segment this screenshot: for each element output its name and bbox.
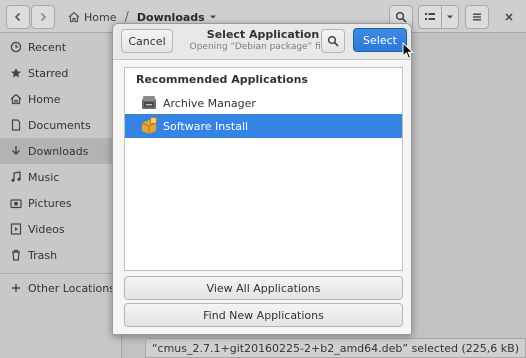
dialog-search-button[interactable]: [321, 29, 345, 53]
home-icon: [10, 93, 22, 105]
breadcrumb-current-label: Downloads: [136, 10, 205, 24]
sidebar-item-label: Documents: [28, 118, 91, 132]
sidebar-item-label: Videos: [28, 222, 65, 236]
view-all-applications-button[interactable]: View All Applications: [124, 276, 403, 300]
app-row-archive-manager[interactable]: Archive Manager: [125, 91, 402, 115]
trash-icon: [10, 249, 22, 261]
sidebar-item-label: Pictures: [28, 196, 72, 210]
sidebar-item-pictures[interactable]: Pictures: [0, 190, 122, 216]
sidebar-item-label: Home: [28, 92, 61, 106]
sidebar-item-music[interactable]: Music: [0, 164, 122, 190]
dialog-header: Cancel Select Application Opening “Debia…: [113, 24, 411, 60]
clock-icon: [10, 41, 22, 53]
video-icon: [10, 223, 22, 235]
select-button[interactable]: Select: [353, 28, 407, 52]
chevron-right-icon: [40, 12, 47, 22]
archive-manager-icon: [139, 93, 159, 113]
menu-button[interactable]: [465, 5, 489, 29]
sidebar-item-label: Trash: [28, 248, 58, 262]
sidebar-item-other-locations[interactable]: Other Locations: [0, 275, 122, 301]
mouse-pointer-icon: [402, 42, 414, 60]
music-icon: [10, 171, 22, 183]
cancel-button[interactable]: Cancel: [121, 29, 173, 53]
back-button[interactable]: [6, 5, 30, 29]
home-icon: [68, 11, 80, 23]
star-icon: [10, 67, 22, 79]
breadcrumb-home[interactable]: Home: [60, 11, 124, 24]
search-icon: [395, 11, 407, 23]
select-application-dialog: Cancel Select Application Opening “Debia…: [112, 23, 412, 335]
camera-icon: [10, 197, 22, 209]
sidebar-item-label: Downloads: [28, 144, 89, 158]
hamburger-menu-icon: [473, 13, 481, 21]
search-icon: [327, 35, 339, 47]
sidebar-item-label: Starred: [28, 66, 69, 80]
section-heading: Recommended Applications: [136, 73, 308, 86]
software-install-icon: [139, 116, 159, 136]
view-options-button[interactable]: [441, 5, 459, 29]
breadcrumb-home-label: Home: [84, 10, 117, 24]
breadcrumb-current[interactable]: Downloads: [129, 11, 225, 24]
list-view-icon: [425, 13, 435, 20]
forward-button[interactable]: [31, 5, 55, 29]
sidebar-item-label: Other Locations: [28, 281, 115, 295]
sidebar-item-trash[interactable]: Trash: [0, 242, 122, 268]
sidebar-item-documents[interactable]: Documents: [0, 112, 122, 138]
sidebar-item-starred[interactable]: Starred: [0, 60, 122, 86]
sidebar-item-label: Music: [28, 170, 60, 184]
sidebar-item-label: Recent: [28, 40, 67, 54]
document-icon: [10, 119, 22, 131]
chevron-left-icon: [14, 12, 21, 22]
sidebar-divider: [0, 273, 122, 274]
sidebar-item-home[interactable]: Home: [0, 86, 122, 112]
app-row-software-install[interactable]: Software Install: [125, 114, 402, 138]
dropdown-arrow-icon: [209, 15, 216, 19]
app-label: Archive Manager: [163, 96, 256, 110]
sidebar-item-recent[interactable]: Recent: [0, 34, 122, 60]
view-mode-button[interactable]: [418, 5, 442, 29]
app-label: Software Install: [163, 119, 249, 133]
sidebar: Recent Starred Home Documents Downloads …: [0, 33, 122, 358]
close-window-button[interactable]: [497, 5, 521, 29]
status-bar: “cmus_2.7.1+git20160225-2+b2_amd64.deb” …: [144, 338, 526, 358]
find-new-applications-button[interactable]: Find New Applications: [124, 303, 403, 327]
sidebar-item-downloads[interactable]: Downloads: [0, 138, 122, 164]
chevron-down-icon: [447, 15, 453, 19]
sidebar-item-videos[interactable]: Videos: [0, 216, 122, 242]
download-icon: [10, 145, 22, 157]
close-icon: [505, 13, 513, 21]
plus-icon: [10, 282, 22, 294]
application-list: Recommended Applications Archive Manager: [124, 67, 403, 271]
